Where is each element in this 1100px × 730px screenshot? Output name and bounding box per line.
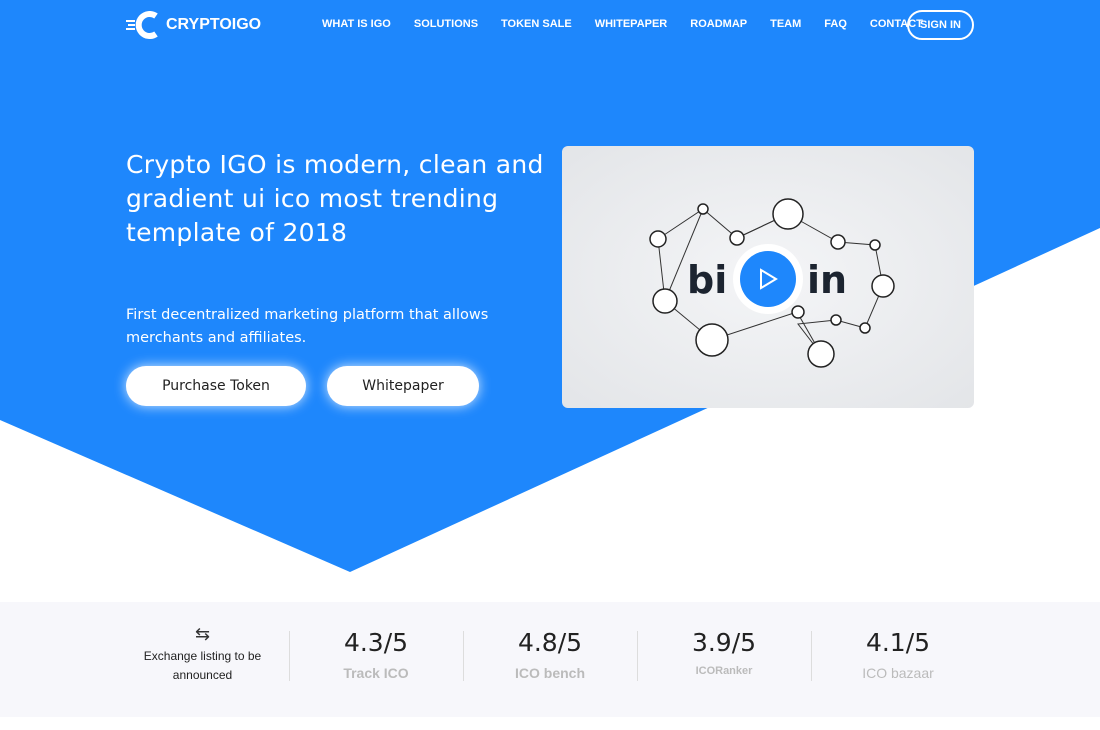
purchase-token-button[interactable]: Purchase Token [126,366,306,406]
video-text-right: in [807,258,847,302]
logo-icon [126,11,158,39]
nav-solutions[interactable]: SOLUTIONS [414,18,478,30]
rating-value: 4.3/5 [343,628,409,657]
nav-faq[interactable]: FAQ [824,18,847,30]
nav-team[interactable]: TEAM [770,18,801,30]
divider [811,631,812,681]
icobench-logo[interactable]: ICO bench [474,665,626,681]
logo-text: CRYPTOIGO [166,16,262,33]
trackico-logo[interactable]: Track ICO [300,665,452,681]
hero-title: Crypto IGO is modern, clean and gradient… [126,150,544,247]
icobazaar-logo[interactable]: ICO bazaar [822,665,974,681]
bitcoin-network-illustration: bi in [649,198,895,368]
divider [289,631,290,681]
whitepaper-button[interactable]: Whitepaper [327,366,479,406]
nav-whitepaper[interactable]: WHITEPAPER [595,18,668,30]
play-button[interactable] [740,251,796,307]
rating-value: 3.9/5 [691,628,757,657]
video-text-left: bi [687,258,727,302]
exchange-listing-text: Exchange listing to be announced [143,649,262,682]
divider [637,631,638,681]
logo[interactable]: CRYPTOIGO [126,11,261,39]
sign-in-button[interactable]: SIGN IN [907,10,974,40]
nav-token-sale[interactable]: TOKEN SALE [501,18,572,30]
hero-subtitle: First decentralized marketing platform t… [126,307,489,346]
divider [463,631,464,681]
nav-roadmap[interactable]: ROADMAP [690,18,747,30]
rating-value: 4.8/5 [517,628,583,657]
rating-value: 4.1/5 [865,628,931,657]
navbar: CRYPTOIGO WHAT IS IGO SOLUTIONS TOKEN SA… [0,0,1100,50]
exchange-arrows-icon: ⇆ [194,624,211,644]
ratings-bar: ⇆ Exchange listing to be announced 4.3/5… [0,602,1100,717]
video-thumbnail[interactable]: bi in [562,146,974,408]
nav-what-is-igo[interactable]: WHAT IS IGO [322,18,391,30]
icoranker-logo[interactable]: ICORanker [648,665,800,677]
